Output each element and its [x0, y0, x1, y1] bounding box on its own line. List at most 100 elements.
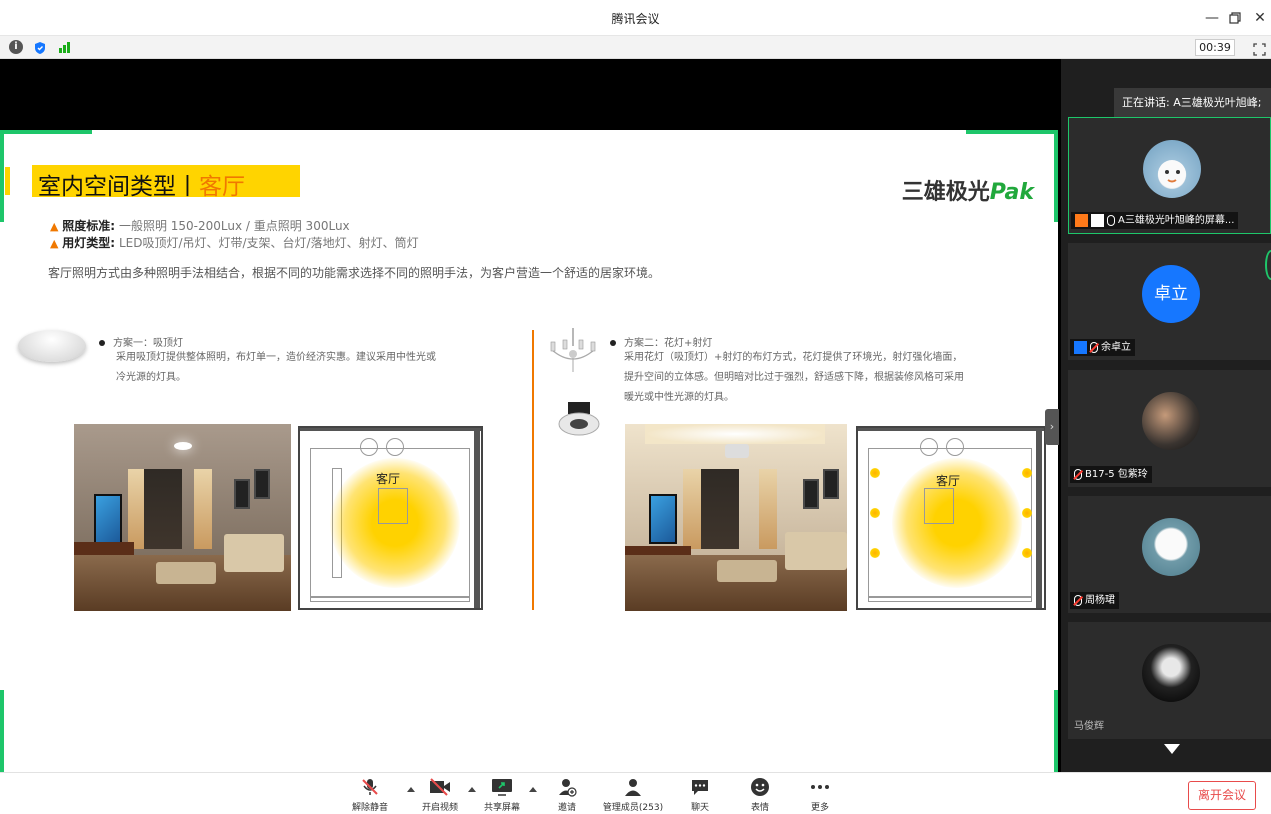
plan-divider	[532, 330, 534, 610]
participant-tile[interactable]: A三雄极光叶旭峰的屏幕...	[1068, 117, 1271, 234]
emoji-button[interactable]: 表情	[730, 777, 790, 813]
brand-text: 三雄极光	[901, 180, 990, 205]
chat-icon	[690, 777, 710, 797]
triangle-bullet-icon: ▲	[50, 237, 59, 250]
close-icon[interactable]: ✕	[1249, 6, 1271, 30]
floorplan-1: 客厅	[298, 426, 483, 610]
chandelier-image	[550, 328, 596, 372]
meeting-info-bar: i 00:39	[0, 36, 1271, 59]
triangle-bullet-icon: ▲	[50, 220, 59, 233]
floorplan-2: 客厅	[856, 426, 1046, 610]
participant-tile[interactable]: 周杨珺	[1068, 496, 1271, 613]
members-label: 管理成员(253)	[602, 803, 664, 813]
participant-name: 马俊辉	[1074, 721, 1104, 732]
plan2-heading: 方案二：花灯+射灯	[610, 334, 712, 349]
window-title: 腾讯会议	[611, 12, 660, 26]
plan2-description: 采用花灯（吸顶灯）+射灯的布灯方式，花灯提供了环境光，射灯强化墙面， 提升空间的…	[624, 348, 964, 408]
share-screen-button[interactable]: 共享屏幕	[472, 777, 532, 813]
plan1-line: 采用吸顶灯提供整体照明，布灯单一，造价经济实惠。建议采用中性光或	[116, 352, 436, 363]
room-label-1: 客厅	[376, 472, 401, 486]
participant-name: 余卓立	[1101, 342, 1131, 353]
mic-muted-icon	[1074, 468, 1082, 480]
leave-meeting-button[interactable]: 离开会议	[1188, 781, 1256, 810]
plan1-heading: 方案一：吸顶灯	[99, 334, 183, 349]
avatar	[1143, 140, 1201, 198]
participant-name-tag: 余卓立	[1070, 339, 1135, 356]
members-icon	[623, 777, 643, 797]
plan1-line: 冷光源的灯具。	[116, 372, 186, 383]
avatar	[1142, 644, 1200, 702]
corner-bracket	[966, 130, 1058, 134]
participant-name: A三雄极光叶旭峰的屏幕...	[1118, 215, 1235, 226]
slide-title: 室内空间类型丨客厅	[38, 167, 245, 201]
corner-bracket	[1054, 130, 1058, 222]
add-user-icon	[557, 777, 577, 797]
mic-muted-icon	[1074, 594, 1082, 606]
video-label: 开启视频	[421, 803, 458, 813]
share-label: 共享屏幕	[483, 803, 520, 813]
scroll-down-icon[interactable]	[1164, 744, 1180, 754]
panel-collapse-button[interactable]: ›	[1045, 409, 1059, 445]
lamp-types: ▲ 用灯类型: LED吸顶灯/吊灯、灯带/支架、台灯/落地灯、射灯、筒灯	[50, 234, 419, 251]
room-label-2: 客厅	[936, 474, 961, 488]
standard-label: 照度标准:	[62, 219, 116, 233]
edge-indicator	[1265, 250, 1271, 280]
fullscreen-icon[interactable]	[1253, 41, 1266, 56]
minimize-icon[interactable]: —	[1201, 6, 1223, 30]
brand-pak-logo: Pak	[989, 180, 1034, 205]
mic-icon	[1107, 214, 1115, 226]
avatar	[1142, 518, 1200, 576]
bullet-dot-icon	[99, 340, 105, 346]
screen-share-icon	[1091, 213, 1104, 227]
more-button[interactable]: 更多	[790, 777, 850, 813]
start-video-button[interactable]: 开启视频	[410, 777, 470, 813]
participant-tile[interactable]: B17-5 包紫玲	[1068, 370, 1271, 487]
maximize-icon[interactable]	[1224, 6, 1246, 30]
info-icon[interactable]: i	[9, 40, 23, 54]
lamp-value: LED吸顶灯/吊灯、灯带/支架、台灯/落地灯、射灯、筒灯	[118, 236, 419, 250]
slide-title-highlight: 客厅	[199, 174, 245, 200]
invite-label: 邀请	[557, 803, 576, 813]
emoji-label: 表情	[750, 803, 769, 813]
ceiling-lamp-image	[18, 330, 86, 362]
plan2-line: 提升空间的立体感。但明暗对比过于强烈，舒适感下降，根据装修风格可采用	[624, 372, 964, 383]
manage-members-button[interactable]: 管理成员(253)	[597, 777, 669, 813]
invite-button[interactable]: 邀请	[537, 777, 597, 813]
mic-muted-icon	[1090, 341, 1098, 353]
presentation-slide: 室内空间类型丨客厅 三雄极光Pak ▲ 照度标准: 一般照明 150-200Lu…	[0, 130, 1058, 782]
participant-name-tag: 周杨珺	[1070, 592, 1119, 609]
bullet-dot-icon	[610, 340, 616, 346]
living-room-photo-1	[74, 424, 291, 611]
corner-bracket	[0, 690, 4, 782]
corner-bracket	[0, 130, 4, 222]
living-room-photo-2	[625, 424, 847, 611]
shield-icon[interactable]	[33, 40, 47, 54]
participant-name: B17-5 包紫玲	[1085, 469, 1148, 480]
chat-button[interactable]: 聊天	[670, 777, 730, 813]
mic-muted-icon	[360, 777, 380, 797]
participant-name-tag: 马俊辉	[1070, 718, 1108, 735]
meeting-toolbar: 解除静音 开启视频 共享屏幕 邀请 管理成员(253) 聊天 表情 更多 离开会…	[0, 772, 1271, 814]
participant-name-tag: A三雄极光叶旭峰的屏幕...	[1071, 212, 1239, 229]
unmute-button[interactable]: 解除静音	[340, 777, 400, 813]
standard-value: 一般照明 150-200Lux / 重点照明 300Lux	[118, 219, 350, 233]
more-icon	[810, 777, 830, 797]
share-options-caret-icon[interactable]	[529, 787, 537, 792]
title-bar: 腾讯会议 — ✕	[0, 0, 1271, 36]
slide-title-separator: 丨	[176, 174, 199, 200]
lamp-label: 用灯类型:	[62, 236, 116, 250]
speaking-indicator: 正在讲话: A三雄极光叶旭峰;	[1114, 88, 1271, 118]
plan2-line: 采用花灯（吸顶灯）+射灯的布灯方式，花灯提供了环境光，射灯强化墙面，	[624, 352, 963, 363]
plan2-line: 暖光或中性光源的灯具。	[624, 392, 734, 403]
video-off-icon	[428, 777, 452, 797]
participant-tile[interactable]: 卓立 余卓立	[1068, 243, 1271, 360]
share-screen-icon	[491, 777, 513, 797]
participant-tile[interactable]: 马俊辉	[1068, 622, 1271, 739]
chat-label: 聊天	[690, 803, 709, 813]
corner-bracket	[1054, 690, 1058, 782]
signal-icon[interactable]	[58, 40, 72, 54]
plan1-description: 采用吸顶灯提供整体照明，布灯单一，造价经济实惠。建议采用中性光或 冷光源的灯具。	[116, 348, 436, 388]
user-icon	[1074, 340, 1087, 354]
shared-screen: 室内空间类型丨客厅 三雄极光Pak ▲ 照度标准: 一般照明 150-200Lu…	[0, 59, 1061, 782]
more-label: 更多	[810, 803, 829, 813]
